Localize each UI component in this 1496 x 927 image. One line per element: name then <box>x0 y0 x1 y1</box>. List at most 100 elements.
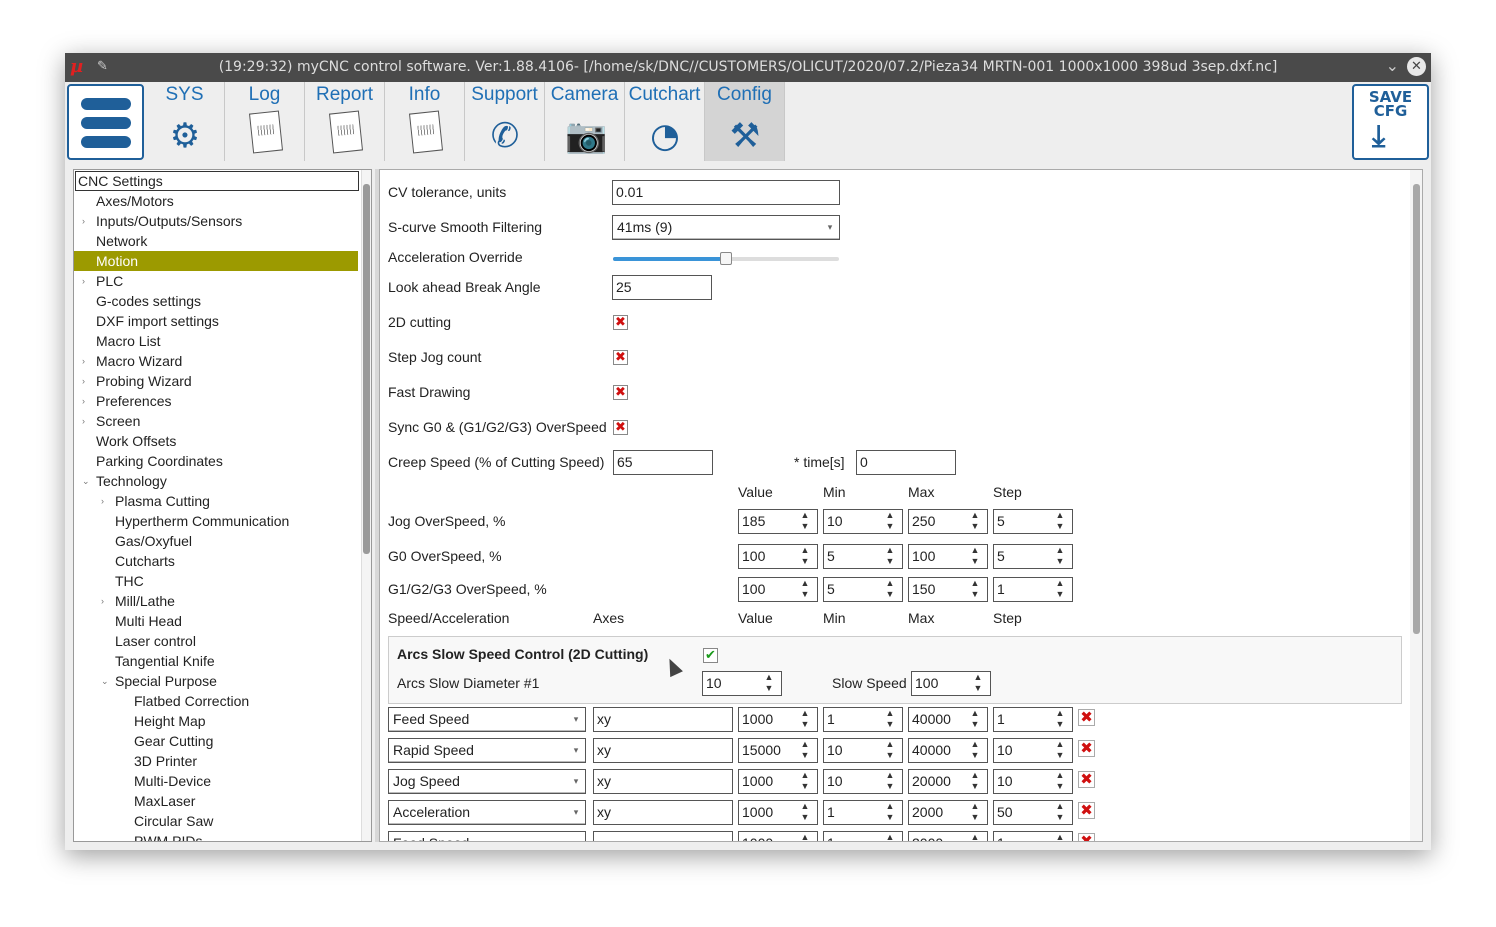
expand-arrow-icon[interactable]: › <box>82 391 85 411</box>
tree-scroll-thumb[interactable] <box>363 184 370 554</box>
overspeed-min[interactable]: 5 ▲ ▼ <box>823 544 903 569</box>
speed-step[interactable]: 1 ▲▼ <box>993 707 1073 732</box>
tree-item-pwm-pids[interactable]: PWM PIDs <box>74 831 358 841</box>
tree-item-preferences[interactable]: › Preferences <box>74 391 358 411</box>
speed-type-select[interactable]: Rapid Speed ▾ <box>388 738 586 763</box>
axes-input[interactable]: xy <box>593 800 733 825</box>
spin-arrows-icon[interactable]: ▲▼ <box>760 672 778 695</box>
tree-item-network[interactable]: Network <box>74 231 358 251</box>
tab-log[interactable]: Log <box>225 82 305 161</box>
expand-arrow-icon[interactable]: › <box>82 351 85 371</box>
overspeed-step[interactable]: 1 ▲ ▼ <box>993 577 1073 602</box>
speed-step[interactable]: 10 ▲ ▼ <box>993 769 1073 794</box>
expand-arrow-icon[interactable]: › <box>101 591 104 611</box>
overspeed-max[interactable]: 250 ▲ ▼ <box>908 509 988 534</box>
speed-max[interactable]: 20000 ▲ ▼ <box>908 769 988 794</box>
delete-row-icon[interactable]: ✖ <box>1078 771 1095 788</box>
spin-arrows-icon[interactable]: ▲▼ <box>881 832 899 841</box>
speed-step[interactable]: 10 ▲ ▼ <box>993 738 1073 763</box>
axes-input[interactable]: xy <box>593 769 733 794</box>
overspeed-value[interactable]: 100 ▲ ▼ <box>738 544 818 569</box>
tab-sys[interactable]: SYS ⚙ <box>145 82 225 161</box>
tree-item-3d-printer[interactable]: 3D Printer <box>74 751 358 771</box>
speed-value[interactable]: 15000 ▲ ▼ <box>738 738 818 763</box>
tree-item-macro-wizard[interactable]: › Macro Wizard <box>74 351 358 371</box>
speed-value[interactable]: 1000 ▲▼ <box>738 769 818 794</box>
tab-config[interactable]: Config ⚒ <box>705 82 785 161</box>
spin-arrows-icon[interactable]: ▲▼ <box>1051 578 1069 601</box>
tree-item-plc[interactable]: › PLC <box>74 271 358 291</box>
arcs-enable-checkbox[interactable]: ✔ <box>703 648 718 663</box>
expand-arrow-icon[interactable]: › <box>101 491 104 511</box>
speed-type-select[interactable]: Feed Speed ▾ <box>388 707 586 732</box>
save-cfg-button[interactable]: SAVE CFG ⤓ <box>1352 84 1429 160</box>
delete-row-icon[interactable]: ✖ <box>1078 802 1095 819</box>
tree-item-tangential-knife[interactable]: Tangential Knife <box>74 651 358 671</box>
speed-max[interactable]: 40000 ▲ ▼ <box>908 738 988 763</box>
delete-row-icon[interactable]: ✖ <box>1078 740 1095 757</box>
overspeed-value[interactable]: 100 ▲ ▼ <box>738 577 818 602</box>
spin-arrows-icon[interactable]: ▲▼ <box>796 545 814 568</box>
tree-item-gear-cutting[interactable]: Gear Cutting <box>74 731 358 751</box>
axes-input[interactable]: xy <box>593 738 733 763</box>
settings-tree[interactable]: CNC Settings Axes/Motors › Inputs/Outputs/… <box>73 169 372 842</box>
spin-arrows-icon[interactable]: ▲▼ <box>796 708 814 731</box>
axes-input[interactable] <box>593 831 733 841</box>
cut2d-checkbox[interactable]: ✖ <box>613 315 628 330</box>
spin-arrows-icon[interactable]: ▲▼ <box>881 801 899 824</box>
speed-value[interactable]: 1000 ▲▼ <box>738 707 818 732</box>
spin-arrows-icon[interactable]: ▲▼ <box>966 510 984 533</box>
minimize-icon[interactable]: ⌄ <box>1386 56 1399 75</box>
tree-item-inputs-outputs-sensors[interactable]: › Inputs/Outputs/Sensors <box>74 211 358 231</box>
close-icon[interactable]: ✕ <box>1407 57 1426 76</box>
overspeed-max[interactable]: 150 ▲ ▼ <box>908 577 988 602</box>
cv-tolerance-input[interactable]: 0.01 <box>612 180 840 205</box>
tree-item-height-map[interactable]: Height Map <box>74 711 358 731</box>
overspeed-max[interactable]: 100 ▲ ▼ <box>908 544 988 569</box>
speed-step[interactable]: 50 ▲ ▼ <box>993 800 1073 825</box>
tree-item-parking-coordinates[interactable]: Parking Coordinates <box>74 451 358 471</box>
speed-min[interactable]: 1 ▲▼ <box>823 707 903 732</box>
tree-item-motion[interactable]: Motion <box>74 251 358 271</box>
axes-input[interactable]: xy <box>593 707 733 732</box>
spin-arrows-icon[interactable]: ▲▼ <box>881 770 899 793</box>
sync-overspeed-checkbox[interactable]: ✖ <box>613 420 628 435</box>
tree-item-g-codes-settings[interactable]: G-codes settings <box>74 291 358 311</box>
overspeed-value[interactable]: 185 ▲ ▼ <box>738 509 818 534</box>
delete-row-icon[interactable]: ✖ <box>1078 833 1095 841</box>
tree-item-flatbed-correction[interactable]: Flatbed Correction <box>74 691 358 711</box>
spin-arrows-icon[interactable]: ▲▼ <box>1051 832 1069 841</box>
expand-arrow-icon[interactable]: › <box>82 271 85 291</box>
tree-item-multi-device[interactable]: Multi-Device <box>74 771 358 791</box>
tree-item-macro-list[interactable]: Macro List <box>74 331 358 351</box>
speed-max[interactable]: 2000 ▲▼ <box>908 831 988 841</box>
arcs-diameter-spinbox[interactable]: 10 ▲ ▼ <box>702 671 782 696</box>
overspeed-step[interactable]: 5 ▲ ▼ <box>993 544 1073 569</box>
speed-value[interactable]: 1000 ▲▼ <box>738 800 818 825</box>
spin-arrows-icon[interactable]: ▲▼ <box>796 801 814 824</box>
tab-info[interactable]: Info <box>385 82 465 161</box>
slider-handle[interactable] <box>720 252 732 265</box>
tree-item-axes-motors[interactable]: Axes/Motors <box>74 191 358 211</box>
tree-item-thc[interactable]: THC <box>74 571 358 591</box>
spin-arrows-icon[interactable]: ▲▼ <box>1051 510 1069 533</box>
spin-arrows-icon[interactable]: ▲▼ <box>796 770 814 793</box>
tree-header[interactable]: CNC Settings <box>75 171 359 191</box>
spin-arrows-icon[interactable]: ▲▼ <box>969 672 987 695</box>
stepjog-checkbox[interactable]: ✖ <box>613 350 628 365</box>
speed-min[interactable]: 1 ▲▼ <box>823 800 903 825</box>
spin-arrows-icon[interactable]: ▲▼ <box>966 578 984 601</box>
tree-item-mill-lathe[interactable]: › Mill/Lathe <box>74 591 358 611</box>
spin-arrows-icon[interactable]: ▲▼ <box>881 739 899 762</box>
fastdraw-checkbox[interactable]: ✖ <box>613 385 628 400</box>
spin-arrows-icon[interactable]: ▲▼ <box>1051 739 1069 762</box>
speed-min[interactable]: 10 ▲ ▼ <box>823 769 903 794</box>
tree-item-dxf-import-settings[interactable]: DXF import settings <box>74 311 358 331</box>
speed-type-select[interactable]: Acceleration ▾ <box>388 800 586 825</box>
slow-speed-spinbox[interactable]: 100 ▲ ▼ <box>911 671 991 696</box>
tree-item-probing-wizard[interactable]: › Probing Wizard <box>74 371 358 391</box>
spin-arrows-icon[interactable]: ▲▼ <box>1051 801 1069 824</box>
expand-arrow-icon[interactable]: › <box>82 211 85 231</box>
tree-item-hypertherm-communication[interactable]: Hypertherm Communication <box>74 511 358 531</box>
scurve-select[interactable]: 41ms (9) ▾ <box>612 215 840 240</box>
